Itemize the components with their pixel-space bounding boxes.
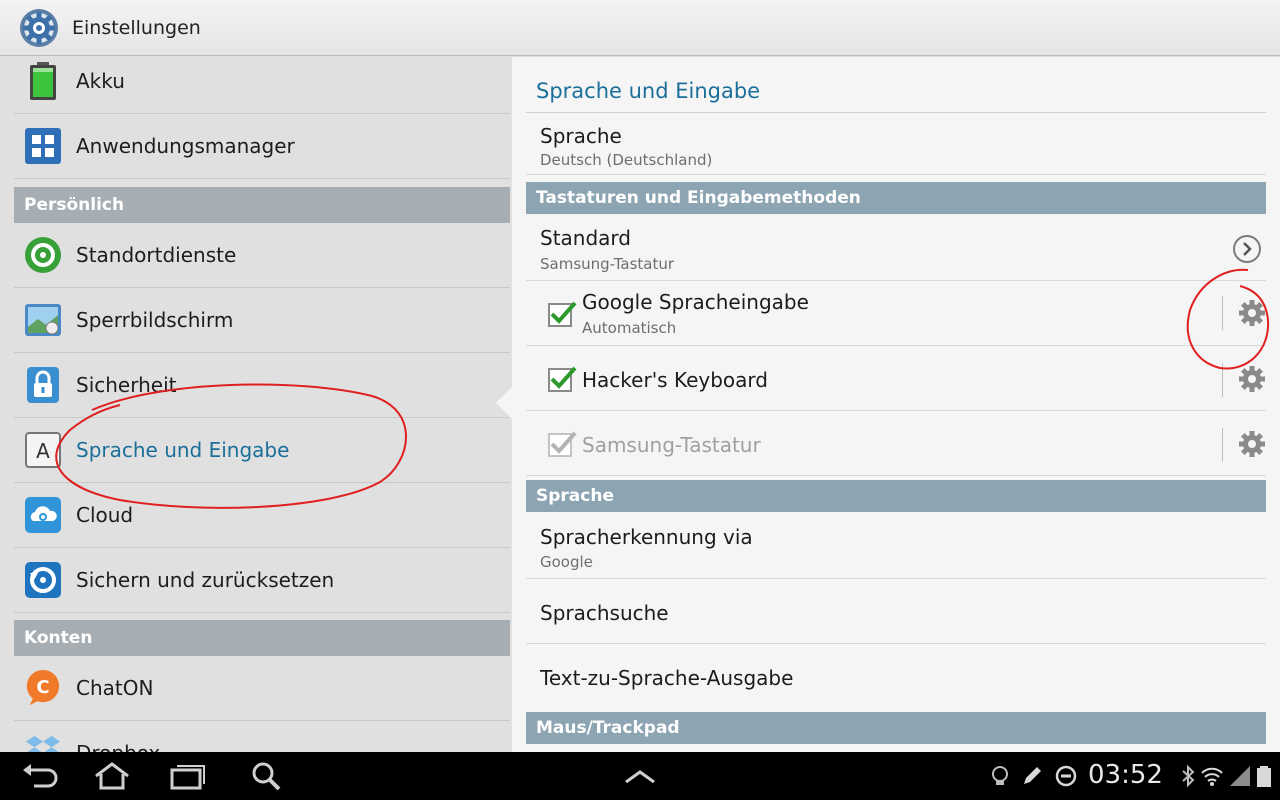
gear-icon[interactable] bbox=[1238, 299, 1266, 327]
do-not-disturb-icon bbox=[1055, 765, 1077, 787]
setting-hackers-keyboard[interactable]: Hacker's Keyboard bbox=[526, 346, 1266, 411]
bluetooth-icon bbox=[1182, 764, 1195, 788]
sidebar-item-sprache-und-eingabe[interactable]: A Sprache und Eingabe bbox=[14, 418, 510, 483]
chevron-up-icon[interactable] bbox=[620, 760, 660, 792]
google-voice-checkbox[interactable] bbox=[548, 301, 577, 327]
sidebar-item-label: Standortdienste bbox=[76, 243, 237, 267]
vertical-separator bbox=[1222, 428, 1223, 462]
lockscreen-icon bbox=[24, 301, 62, 339]
keyboard-a-icon: A bbox=[24, 431, 62, 469]
battery-icon bbox=[24, 62, 62, 100]
sidebar-item-label: Sicherheit bbox=[76, 373, 177, 397]
setting-title: Samsung-Tastatur bbox=[582, 433, 761, 457]
category-mouse-trackpad: Maus/Trackpad bbox=[526, 712, 1266, 744]
checkmark-icon bbox=[550, 431, 577, 454]
setting-title: Standard bbox=[540, 226, 631, 250]
battery-status-icon bbox=[1257, 766, 1271, 787]
chaton-icon: C bbox=[24, 669, 62, 707]
sidebar-item-label: Sichern und zurücksetzen bbox=[76, 568, 335, 592]
sidebar-item-label: Sperrbildschirm bbox=[76, 308, 234, 332]
svg-text:C: C bbox=[36, 677, 49, 698]
setting-text-to-speech[interactable]: Text-zu-Sprache-Ausgabe bbox=[526, 644, 1266, 709]
setting-subtitle: Automatisch bbox=[582, 319, 677, 337]
sidebar-item-cloud[interactable]: Cloud bbox=[14, 483, 510, 548]
signal-icon bbox=[1230, 766, 1250, 786]
setting-title: Sprache bbox=[540, 124, 622, 148]
sidebar-item-sichern-und-zuruecksetzen[interactable]: Sichern und zurücksetzen bbox=[14, 548, 510, 613]
section-header-personal: Persönlich bbox=[14, 187, 510, 223]
setting-samsung-keyboard[interactable]: Samsung-Tastatur bbox=[526, 411, 1266, 476]
sidebar-item-label: Dropbox bbox=[76, 741, 160, 752]
system-bar: 03:52 bbox=[0, 752, 1280, 800]
sidebar-item-chaton[interactable]: C ChatON bbox=[14, 656, 510, 721]
setting-language[interactable]: Sprache Deutsch (Deutschland) bbox=[526, 113, 1266, 175]
back-icon[interactable] bbox=[20, 760, 60, 792]
cloud-icon bbox=[24, 496, 62, 534]
location-icon bbox=[24, 236, 62, 274]
samsung-keyboard-checkbox bbox=[548, 431, 577, 457]
setting-subtitle: Google bbox=[540, 553, 593, 571]
category-keyboards: Tastaturen und Eingabemethoden bbox=[526, 182, 1266, 214]
dropbox-icon bbox=[24, 734, 62, 752]
lightbulb-icon bbox=[992, 766, 1008, 785]
sidebar-item-anwendungsmanager[interactable]: Anwendungsmanager bbox=[14, 114, 510, 179]
gear-icon[interactable] bbox=[1238, 365, 1266, 393]
sidebar-item-label: Akku bbox=[76, 69, 125, 93]
sidebar-item-akku[interactable]: Akku bbox=[14, 57, 510, 114]
backup-icon bbox=[24, 561, 62, 599]
sidebar-item-label: ChatON bbox=[76, 676, 154, 700]
wifi-icon bbox=[1201, 767, 1223, 786]
sidebar-item-label: Cloud bbox=[76, 503, 134, 527]
setting-default-keyboard[interactable]: Standard Samsung-Tastatur bbox=[526, 214, 1266, 281]
setting-title: Spracherkennung via bbox=[540, 525, 753, 549]
section-header-accounts: Konten bbox=[14, 620, 510, 656]
setting-title: Sprachsuche bbox=[540, 601, 669, 625]
recent-apps-icon[interactable] bbox=[168, 760, 208, 792]
setting-title: Google Spracheingabe bbox=[582, 290, 809, 314]
setting-subtitle: Samsung-Tastatur bbox=[540, 255, 675, 273]
vertical-separator bbox=[1222, 363, 1223, 397]
home-icon[interactable] bbox=[92, 760, 132, 792]
checkmark-icon bbox=[550, 301, 577, 324]
setting-subtitle: Deutsch (Deutschland) bbox=[540, 151, 713, 169]
checkmark-icon bbox=[550, 366, 577, 389]
setting-title: Hacker's Keyboard bbox=[582, 368, 768, 392]
sidebar-item-label: Sprache und Eingabe bbox=[76, 438, 290, 462]
search-icon[interactable] bbox=[248, 760, 288, 792]
apps-grid-icon bbox=[24, 127, 62, 165]
pencil-icon bbox=[1024, 767, 1041, 784]
setting-google-voice-input[interactable]: Google Spracheingabe Automatisch bbox=[526, 281, 1266, 346]
sidebar-item-dropbox[interactable]: Dropbox bbox=[14, 721, 510, 752]
app-title: Einstellungen bbox=[72, 16, 201, 39]
setting-speech-recognition[interactable]: Spracherkennung via Google bbox=[526, 512, 1266, 579]
svg-text:A: A bbox=[36, 439, 50, 463]
vertical-separator bbox=[1222, 296, 1223, 330]
gear-icon[interactable] bbox=[1238, 430, 1266, 458]
category-speech: Sprache bbox=[526, 480, 1266, 512]
chevron-right-icon[interactable] bbox=[1232, 234, 1262, 264]
gear-settings-icon[interactable] bbox=[18, 7, 60, 49]
sidebar-item-label: Anwendungsmanager bbox=[76, 134, 295, 158]
panel-title: Sprache und Eingabe bbox=[536, 79, 761, 103]
status-clock[interactable]: 03:52 bbox=[1088, 760, 1163, 790]
hackers-keyboard-checkbox[interactable] bbox=[548, 366, 577, 392]
lock-icon bbox=[24, 366, 62, 404]
language-input-panel: Sprache und Eingabe Sprache Deutsch (Deu… bbox=[512, 57, 1280, 752]
setting-voice-search[interactable]: Sprachsuche bbox=[526, 579, 1266, 644]
setting-title: Text-zu-Sprache-Ausgabe bbox=[540, 666, 794, 690]
settings-category-list[interactable]: Akku Anwendungsmanager Persönlich Stando… bbox=[0, 57, 512, 752]
sidebar-item-standortdienste[interactable]: Standortdienste bbox=[14, 223, 510, 288]
sidebar-item-sicherheit[interactable]: Sicherheit bbox=[14, 353, 510, 418]
action-bar: Einstellungen bbox=[0, 0, 1280, 56]
sidebar-item-sperrbildschirm[interactable]: Sperrbildschirm bbox=[14, 288, 510, 353]
